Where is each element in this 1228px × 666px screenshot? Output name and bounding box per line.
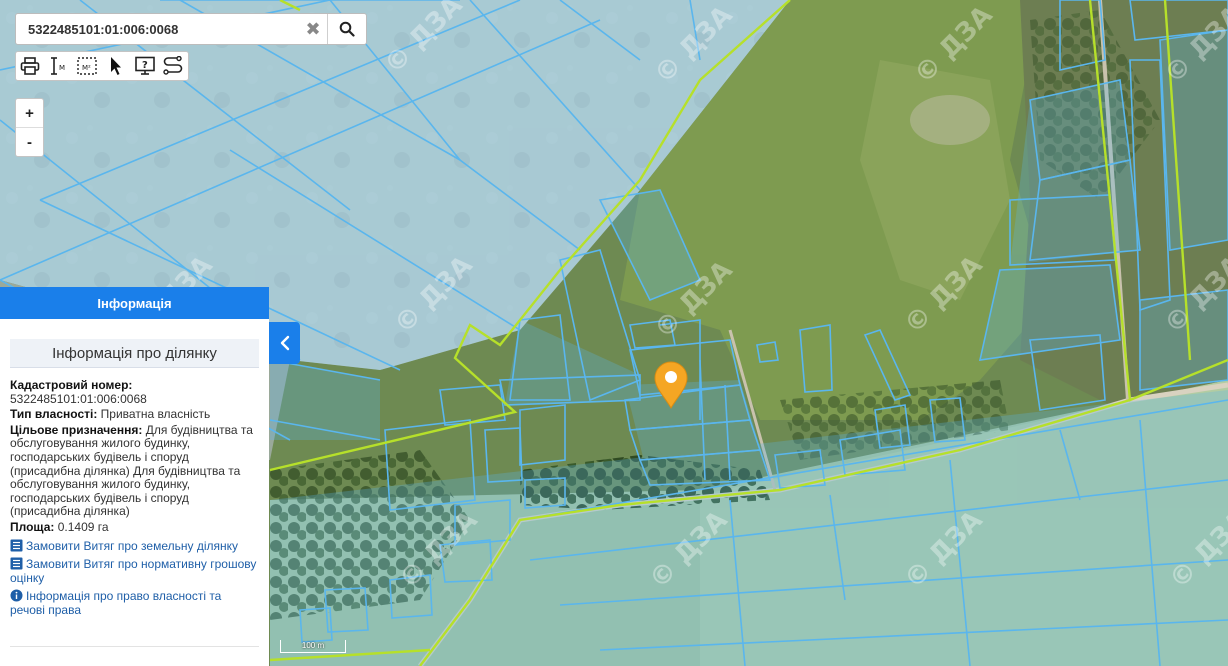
- route-icon: [163, 56, 183, 75]
- cadastral-number-label: Кадастровий номер:: [10, 378, 133, 392]
- svg-text:M²: M²: [82, 64, 91, 72]
- info-panel: Інформація Інформація про ділянку Кадаст…: [0, 287, 269, 666]
- measure-area-button[interactable]: M²: [73, 52, 102, 80]
- cadastral-search-input[interactable]: [16, 15, 299, 43]
- search-button[interactable]: [327, 14, 366, 44]
- zoom-in-button[interactable]: +: [16, 99, 43, 127]
- order-land-extract-text: Замовити Витяг про земельну ділянку: [26, 538, 239, 553]
- panel-header: Інформація: [0, 287, 269, 319]
- ownership-rights-info-text: Інформація про право власності та речові…: [10, 589, 222, 617]
- purpose-label: Цільове призначення:: [10, 422, 143, 437]
- area-row: Площа: 0.1409 га: [10, 519, 259, 535]
- measure-area-icon: M²: [77, 57, 98, 75]
- chevron-left-icon: [280, 335, 289, 351]
- zoom-out-button[interactable]: -: [16, 127, 43, 156]
- cadastral-number-value: 5322485101:01:006:0068: [10, 391, 147, 406]
- zoom-control: + -: [15, 98, 44, 157]
- purpose-value: Для будівництва та обслуговування жилого…: [10, 422, 253, 519]
- pointer-button[interactable]: [102, 52, 131, 80]
- measure-distance-icon: M: [50, 57, 65, 75]
- ownership-rights-info-link[interactable]: Інформація про право власності та речові…: [10, 589, 259, 617]
- pointer-cursor-icon: [111, 57, 122, 75]
- map-scale: 100 m: [280, 640, 346, 653]
- parcel-details: Кадастровий номер: 5322485101:01:006:006…: [0, 368, 269, 618]
- panel-subtitle: Інформація про ділянку: [10, 339, 259, 368]
- help-button[interactable]: ?: [130, 52, 159, 80]
- ownership-row: Тип власності: Приватна власність: [10, 407, 259, 422]
- search-icon: [339, 21, 355, 37]
- order-valuation-extract-link[interactable]: Замовити Витяг про нормативну грошову оц…: [10, 557, 259, 585]
- close-icon: ✖: [305, 18, 321, 39]
- print-button[interactable]: [16, 52, 45, 80]
- map-toolbar: M M² ?: [15, 51, 189, 81]
- document-list-icon: [10, 539, 23, 552]
- svg-text:?: ?: [142, 60, 148, 71]
- order-valuation-extract-text: Замовити Витяг про нормативну грошову оц…: [10, 557, 257, 585]
- svg-text:M: M: [59, 64, 65, 72]
- route-button[interactable]: [159, 52, 188, 80]
- measure-distance-button[interactable]: M: [45, 52, 74, 80]
- area-label: Площа:: [10, 519, 55, 534]
- document-list-icon: [10, 557, 23, 570]
- search-box: ✖: [15, 13, 367, 45]
- collapse-panel-button[interactable]: [269, 322, 300, 364]
- area-value: 0.1409 га: [57, 519, 109, 534]
- help-screen-icon: ?: [134, 56, 155, 75]
- clear-search-button[interactable]: ✖: [299, 14, 327, 44]
- ownership-label: Тип власності:: [10, 407, 98, 422]
- panel-divider: [10, 646, 259, 647]
- purpose-row: Цільове призначення: Для будівництва та …: [10, 422, 259, 519]
- print-icon: [20, 57, 40, 75]
- order-land-extract-link[interactable]: Замовити Витяг про земельну ділянку: [10, 539, 259, 554]
- ownership-value: Приватна власність: [100, 407, 211, 422]
- info-circle-icon: [10, 589, 23, 602]
